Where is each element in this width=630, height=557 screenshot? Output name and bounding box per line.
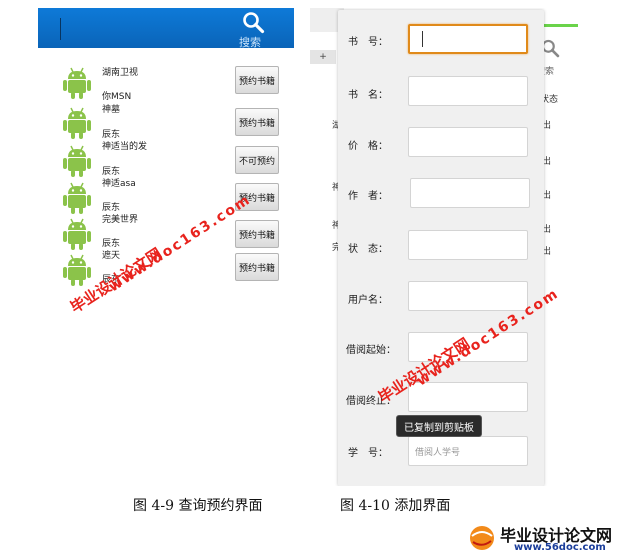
book-author: 辰东 (102, 203, 121, 213)
android-app-icon (63, 218, 91, 250)
price-label: 价 格： (348, 141, 388, 152)
copied-toast: 已复制到剪贴板 (396, 415, 482, 437)
price-input[interactable] (408, 127, 528, 157)
status-label: 状 态： (348, 244, 388, 255)
add-tab[interactable]: + (310, 50, 336, 64)
username-input[interactable] (408, 281, 528, 311)
search-button[interactable]: 搜索 (236, 10, 270, 49)
book-title: 神适asa (102, 179, 136, 189)
logo-url: www.56doc.com (514, 542, 606, 553)
reserve-book-button[interactable]: 预约书籍 (235, 108, 279, 136)
book-name-label: 书 名： (348, 90, 388, 101)
book-title: 神墓 (102, 105, 121, 115)
book-author: 你MSN (102, 92, 132, 102)
search-icon (243, 12, 265, 34)
reserve-book-button[interactable]: 预约书籍 (235, 253, 279, 281)
site-logo: 毕业设计论文网 www.56doc.com (468, 522, 628, 556)
figure-caption-right: 图 4-10 添加界面 (340, 498, 451, 514)
student-id-label: 学 号： (348, 448, 388, 459)
unavailable-button[interactable]: 不可预约 (235, 146, 279, 174)
reserve-book-button[interactable]: 预约书籍 (235, 220, 279, 248)
book-author: 辰东 (102, 167, 121, 177)
list-item[interactable]: 神适当的发 辰东 不可预约 (38, 142, 294, 177)
search-bar: 搜索 (38, 8, 294, 49)
username-label: 用户名： (348, 295, 388, 306)
book-title: 湖南卫视 (102, 68, 139, 78)
student-id-placeholder: 借阅人学号 (415, 447, 461, 458)
android-app-icon (63, 67, 91, 99)
reserve-book-button[interactable]: 预约书籍 (235, 66, 279, 94)
android-app-icon (63, 107, 91, 139)
search-text-cursor (60, 18, 61, 40)
list-item[interactable]: 神墓 辰东 预约书籍 (38, 104, 294, 140)
search-label: 搜索 (239, 36, 261, 49)
add-book-screen: + 搜索 状态 湖 出 出 神 出 神 完 出 出 书 号： 书 名： 价 格：… (302, 8, 578, 486)
student-id-input[interactable]: 借阅人学号 (408, 436, 528, 466)
book-title: 神适当的发 (102, 142, 148, 152)
book-name-input[interactable] (408, 76, 528, 106)
globe-logo-icon (470, 526, 494, 550)
list-item[interactable]: 湖南卫视 你MSN 预约书籍 (38, 64, 294, 102)
text-cursor (422, 31, 423, 47)
book-author: 辰东 (102, 239, 121, 249)
android-app-icon (63, 145, 91, 177)
book-id-label: 书 号： (348, 37, 388, 48)
book-title: 遮天 (102, 251, 121, 261)
status-input[interactable] (408, 230, 528, 260)
author-label: 作 者： (348, 191, 388, 202)
android-app-icon (63, 254, 91, 286)
figure-caption-left: 图 4-9 查询预约界面 (133, 498, 263, 514)
android-app-icon (63, 182, 91, 214)
book-author: 辰东 (102, 130, 121, 140)
book-id-input[interactable] (408, 24, 528, 54)
list-item[interactable]: 神适asa 辰东 预约书籍 (38, 179, 294, 214)
book-title: 完美世界 (102, 215, 139, 225)
author-input[interactable] (410, 178, 530, 208)
borrow-start-label: 借阅起始： (346, 345, 396, 356)
